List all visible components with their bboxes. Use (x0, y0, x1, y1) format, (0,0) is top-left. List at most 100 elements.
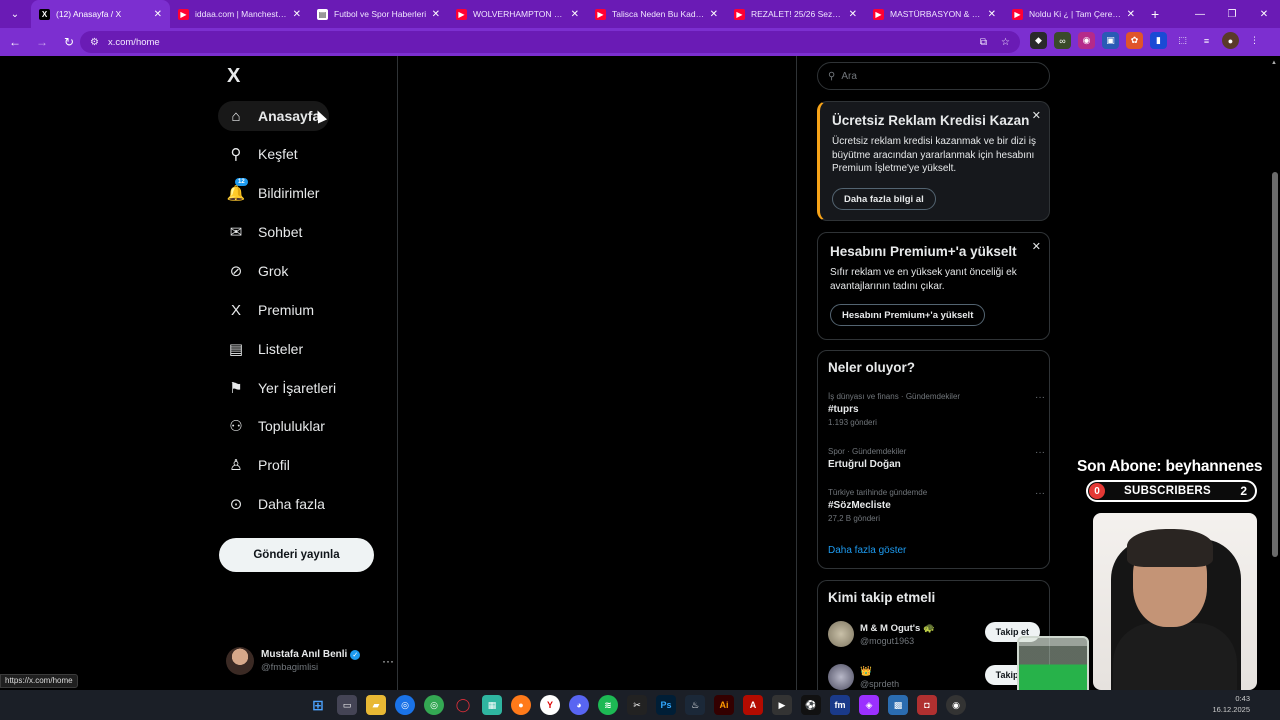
scrollbar-thumb[interactable] (1272, 172, 1278, 557)
discord-icon[interactable]: ◕ (569, 695, 589, 715)
scroll-up-arrow-icon[interactable]: ▲ (1271, 60, 1277, 66)
extension-icon[interactable]: ∞ (1054, 32, 1071, 49)
app-icon[interactable]: ▩ (888, 695, 908, 715)
browser-tab[interactable]: ▶ Talisca Neden Bu Kadar Ö ✕ (587, 0, 726, 28)
close-tab-icon[interactable]: ✕ (710, 9, 718, 20)
chrome-icon[interactable]: ◎ (395, 695, 415, 715)
streamer-hair (1127, 529, 1213, 567)
sidebar-item-label: Yer İşaretleri (258, 380, 337, 396)
close-tab-icon[interactable]: ✕ (432, 9, 440, 20)
trend-item[interactable]: İş dünyası ve finans · Gündemdekiler #tu… (828, 392, 1045, 427)
show-more-link[interactable]: Daha fazla göster (828, 545, 906, 556)
close-tab-icon[interactable]: ✕ (1127, 9, 1135, 20)
illustrator-icon[interactable]: Ai (714, 695, 734, 715)
bookmark-star-icon[interactable]: ☆ (1001, 37, 1010, 48)
sidebar-item-more-circle[interactable]: ⊙ Daha fazla (218, 489, 334, 519)
file-explorer-icon[interactable]: ▰ (366, 695, 386, 715)
latest-subscriber-text: Son Abone: beyhannenes (1077, 458, 1263, 475)
sidebar-item-communities[interactable]: ⚇ Topluluklar (218, 411, 334, 441)
tab-search-button[interactable]: ⌄ (3, 4, 27, 24)
close-tab-icon[interactable]: ✕ (154, 9, 162, 20)
install-app-icon[interactable]: ⧉ (980, 37, 987, 48)
menu-icon[interactable]: ⋮ (1246, 32, 1263, 49)
new-tab-button[interactable]: + (1151, 6, 1159, 22)
more-dots-icon[interactable]: ··· (1035, 392, 1045, 403)
close-icon[interactable]: ✕ (1032, 240, 1041, 253)
trend-item[interactable]: Spor · Gündemdekiler Ertuğrul Doğan ··· (828, 447, 1045, 470)
account-switcher[interactable]: Mustafa Anıl Benli ✓ @fmbagimlisi ··· (226, 641, 396, 681)
firefox-icon[interactable]: ● (511, 695, 531, 715)
sidebar-item-mail[interactable]: ✉ Sohbet (218, 217, 311, 247)
extension-icon[interactable]: ✿ (1126, 32, 1143, 49)
more-dots-icon[interactable]: ··· (382, 654, 394, 668)
post-button[interactable]: Gönderi yayınla (219, 538, 374, 572)
back-button[interactable]: ← (3, 30, 27, 54)
video-icon[interactable]: ▶ (772, 695, 792, 715)
browser-tab[interactable]: ▶ REZALET! 25/26 Sezonun ✕ (726, 0, 865, 28)
sidebar-item-profile[interactable]: ♙ Profil (218, 450, 299, 480)
start-icon[interactable]: ⊞ (308, 695, 328, 715)
follow-suggestion[interactable]: M & M Ogut's 🐢 @mogut1963 Takip et (828, 619, 1040, 649)
sidebar-item-home[interactable]: ⌂ Anasayfa (218, 101, 330, 131)
reload-button[interactable]: ↻ (57, 30, 81, 54)
account-handle: @fmbagimlisi (261, 662, 319, 673)
minimize-button[interactable]: — (1184, 0, 1216, 28)
system-clock[interactable]: 0:43 16.12.2025 (1212, 693, 1250, 715)
follow-suggestion[interactable]: 👑 @sprdeth Takip et (828, 662, 1040, 692)
browser-tab[interactable]: ▶ WOLVERHAMPTON PORT ✕ (448, 0, 587, 28)
media-icon[interactable]: ≡ (1198, 32, 1215, 49)
yandex-icon[interactable]: Y (540, 695, 560, 715)
steam-icon[interactable]: ♨ (685, 695, 705, 715)
task-view-icon[interactable]: ▭ (337, 695, 357, 715)
sidebar-item-grok[interactable]: ⊘ Grok (218, 256, 297, 286)
sidebar-item-bookmark[interactable]: ⚑ Yer İşaretleri (218, 373, 345, 403)
forward-button[interactable]: → (30, 30, 54, 54)
app-icon[interactable]: ◈ (859, 695, 879, 715)
football-manager-icon[interactable]: fm (830, 695, 850, 715)
browser-tab[interactable]: ▤ Futbol ve Spor Haberleri ✕ (309, 0, 448, 28)
sidebar-item-bell[interactable]: 🔔 12 Bildirimler (218, 178, 328, 208)
address-bar[interactable]: ⚙ x.com/home ⧉ ☆ (80, 31, 1020, 53)
football-icon[interactable]: ⚽ (801, 695, 821, 715)
extension-icon[interactable]: ▣ (1102, 32, 1119, 49)
scrollbar[interactable]: ▲ (1269, 56, 1280, 690)
search-input[interactable]: ⚲ Ara (817, 62, 1050, 90)
close-tab-icon[interactable]: ✕ (571, 9, 579, 20)
extension-icon[interactable]: ◆ (1030, 32, 1047, 49)
trend-item[interactable]: Türkiye tarihinde gündemde #SözMecliste … (828, 488, 1045, 523)
obs-icon[interactable]: ◉ (946, 695, 966, 715)
app-icon[interactable]: ◘ (917, 695, 937, 715)
maximize-button[interactable]: ❐ (1216, 0, 1248, 28)
more-dots-icon[interactable]: ··· (1035, 488, 1045, 499)
capcut-icon[interactable]: ✂ (627, 695, 647, 715)
sidebar-item-x-premium[interactable]: X Premium (218, 295, 323, 325)
extension-icon[interactable]: ◉ (1078, 32, 1095, 49)
chrome-icon[interactable]: ◎ (424, 695, 444, 715)
close-window-button[interactable]: ✕ (1248, 0, 1280, 28)
browser-tab[interactable]: ▶ Noldu Ki ¿ | Tam Çerezlik ✕ (1004, 0, 1143, 28)
puzzle-icon[interactable]: ⬚ (1174, 32, 1191, 49)
site-info-icon[interactable]: ⚙ (90, 37, 99, 48)
opera-icon[interactable]: ◯ (453, 695, 473, 715)
learn-more-button[interactable]: Daha fazla bilgi al (832, 188, 936, 210)
sidebar-item-list[interactable]: ▤ Listeler (218, 334, 312, 364)
app-icon[interactable]: ▦ (482, 695, 502, 715)
extension-icon[interactable]: ▮ (1150, 32, 1167, 49)
close-icon[interactable]: ✕ (1032, 109, 1041, 122)
close-tab-icon[interactable]: ✕ (988, 9, 996, 20)
close-tab-icon[interactable]: ✕ (293, 9, 301, 20)
home-icon: ⌂ (231, 107, 241, 125)
x-logo-icon[interactable]: X (227, 65, 245, 87)
more-dots-icon[interactable]: ··· (1035, 447, 1045, 458)
acrobat-icon[interactable]: A (743, 695, 763, 715)
browser-tab[interactable]: ▶ iddaa.com | Manchester U ✕ (170, 0, 309, 28)
browser-tab[interactable]: ▶ MASTÜRBASYON & ÇAY ✕ (865, 0, 1004, 28)
browser-tab[interactable]: X (12) Anasayfa / X ✕ (31, 0, 170, 28)
upgrade-premium-button[interactable]: Hesabını Premium+'a yükselt (830, 304, 986, 326)
spotify-icon[interactable]: ≋ (598, 695, 618, 715)
photoshop-icon[interactable]: Ps (656, 695, 676, 715)
profile-avatar-icon[interactable]: ● (1222, 32, 1239, 49)
close-tab-icon[interactable]: ✕ (849, 9, 857, 20)
trend-name: #tuprs (828, 404, 859, 415)
sidebar-item-search[interactable]: ⚲ Keşfet (218, 139, 307, 169)
